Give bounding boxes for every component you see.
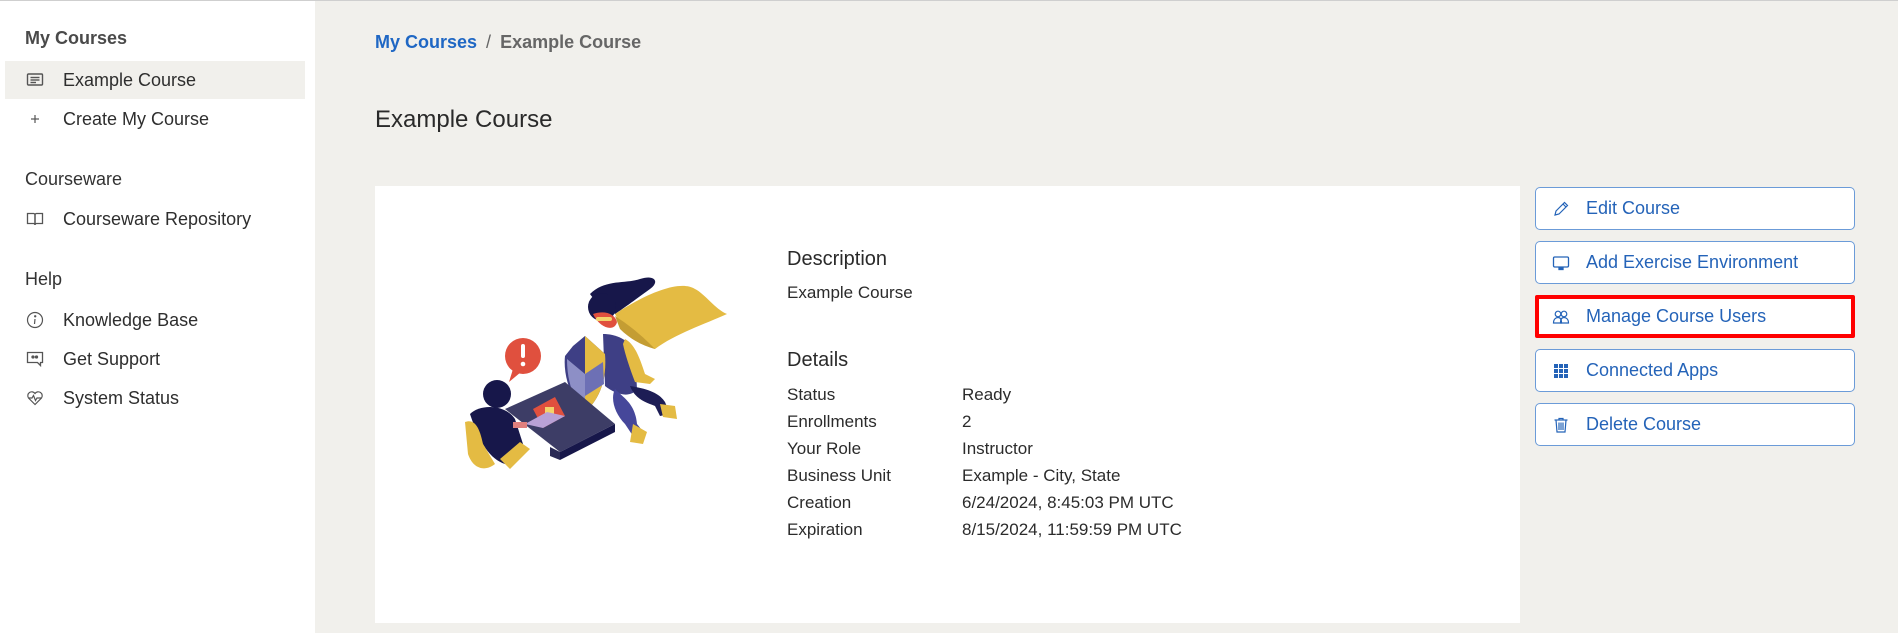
detail-label: Enrollments — [787, 412, 877, 431]
quote-chat-icon — [24, 348, 46, 370]
detail-value: 6/24/2024, 8:45:03 PM UTC — [962, 493, 1174, 512]
sidebar-item-label: Example Course — [63, 69, 197, 90]
detail-row-status: Status Ready — [787, 385, 1011, 412]
detail-value: 8/15/2024, 11:59:59 PM UTC — [962, 520, 1182, 539]
trash-icon — [1550, 414, 1572, 436]
sidebar-heading-my-courses: My Courses — [25, 28, 128, 48]
detail-row-creation: Creation 6/24/2024, 8:45:03 PM UTC — [787, 493, 1174, 520]
monitor-icon — [1550, 252, 1572, 274]
detail-label: Your Role — [787, 439, 862, 458]
pencil-icon — [1550, 198, 1572, 220]
detail-value: Example - City, State — [962, 466, 1121, 485]
add-exercise-environment-button[interactable]: Add Exercise Environment — [1535, 241, 1855, 284]
course-card-icon — [24, 69, 46, 91]
course-card: Description Example Course Details Statu… — [375, 186, 1520, 623]
description-text: Example Course — [787, 283, 913, 302]
manage-course-users-button[interactable]: Manage Course Users — [1535, 295, 1855, 338]
delete-course-button[interactable]: Delete Course — [1535, 403, 1855, 446]
sidebar-item-label: Courseware Repository — [63, 208, 252, 229]
sidebar-item-label: Create My Course — [63, 108, 210, 129]
detail-value: Ready — [962, 385, 1012, 404]
sidebar-item-label: System Status — [63, 387, 180, 408]
sidebar-item-example-course[interactable]: Example Course — [5, 61, 305, 99]
details-heading: Details — [787, 349, 849, 371]
button-label: Connected Apps — [1586, 360, 1719, 380]
breadcrumb-link-my-courses[interactable]: My Courses — [375, 32, 477, 52]
edit-course-button[interactable]: Edit Course — [1535, 187, 1855, 230]
button-label: Add Exercise Environment — [1586, 252, 1799, 272]
sidebar-item-label: Get Support — [63, 348, 161, 369]
heart-pulse-icon — [24, 387, 46, 409]
detail-value: Instructor — [962, 439, 1033, 458]
sidebar-item-courseware-repository[interactable]: Courseware Repository — [5, 200, 305, 238]
sidebar-item-system-status[interactable]: System Status — [5, 379, 305, 417]
detail-value: 2 — [962, 412, 972, 431]
button-label: Manage Course Users — [1586, 306, 1767, 326]
connected-apps-button[interactable]: Connected Apps — [1535, 349, 1855, 392]
detail-label: Expiration — [787, 520, 863, 539]
breadcrumb-separator: / — [486, 32, 492, 52]
book-icon — [24, 208, 46, 230]
detail-label: Creation — [787, 493, 852, 512]
detail-label: Business Unit — [787, 466, 891, 485]
detail-row-expiration: Expiration 8/15/2024, 11:59:59 PM UTC — [787, 520, 1182, 547]
breadcrumb: My Courses / Example Course — [375, 32, 641, 53]
detail-row-your-role: Your Role Instructor — [787, 439, 1033, 466]
detail-row-enrollments: Enrollments 2 — [787, 412, 971, 439]
sidebar-item-knowledge-base[interactable]: Knowledge Base — [5, 301, 305, 339]
sidebar-item-get-support[interactable]: Get Support — [5, 340, 305, 378]
sidebar-item-label: Knowledge Base — [63, 309, 199, 330]
sidebar-heading-help: Help — [25, 269, 63, 289]
users-icon — [1550, 306, 1572, 328]
apps-grid-icon — [1550, 360, 1572, 382]
info-icon — [24, 309, 46, 331]
detail-label: Status — [787, 385, 836, 404]
button-label: Edit Course — [1586, 198, 1681, 218]
plus-icon — [24, 108, 46, 130]
security-hero-illustration — [465, 277, 727, 469]
description-heading: Description — [787, 248, 888, 270]
sidebar-heading-courseware: Courseware — [25, 169, 123, 189]
sidebar: My Courses Example Course Create My Cour… — [0, 1, 315, 633]
detail-row-business-unit: Business Unit Example - City, State — [787, 466, 1120, 493]
sidebar-item-create-my-course[interactable]: Create My Course — [5, 100, 305, 138]
page-title: Example Course — [375, 106, 553, 133]
button-label: Delete Course — [1586, 414, 1702, 434]
breadcrumb-current: Example Course — [500, 32, 642, 52]
